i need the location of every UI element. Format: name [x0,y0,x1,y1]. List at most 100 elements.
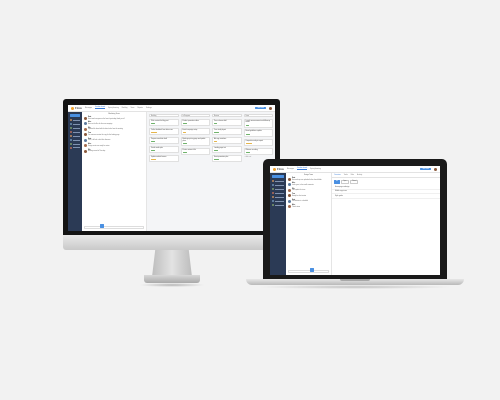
column-title: In Progress [180,114,210,117]
card-text: Launch announcement and follow-up emails [245,120,271,124]
channel-avatar [272,179,275,183]
task-card[interactable]: Event promotion plan Events [212,154,242,163]
channel-avatar [272,203,275,207]
task-card[interactable]: Case study layout Design [212,127,242,136]
card-tag: Mktg [151,141,155,143]
sidebar-item-label [275,188,284,190]
nav-settings[interactable]: Settings [146,108,152,109]
channel-avatar [70,146,73,150]
task-card[interactable]: Landing page test Web [212,145,242,154]
task-card[interactable]: Email campaign setup Mktg [180,127,210,136]
nav-kanban[interactable]: Kanban board [95,107,106,109]
task-card[interactable]: Webinar recording Video [243,147,273,156]
user-avatar[interactable] [434,167,437,171]
task-card[interactable]: Collect feedback from beta users Research [149,127,179,136]
message-text: Can someone review the copy for the land… [88,134,120,136]
message-text: I will update the icons [292,190,306,192]
new-task-button[interactable]: New task [255,107,266,109]
logo-icon [273,167,276,171]
avatar [84,138,87,142]
sidebar-item[interactable] [68,146,82,150]
imac-stand [152,250,192,277]
imac-app: Flow Messages Kanban board Sprint planni… [68,105,275,231]
chat-message: Alex Thanks team [286,204,331,209]
task-card[interactable]: Launch announcement and follow-up emails… [243,118,273,128]
laptop-sidebar [270,173,286,275]
sidebar-item-label [275,184,284,186]
tab-activity[interactable]: Activity [357,175,362,176]
compose-button[interactable] [310,268,314,272]
card-tag: Mktg [245,124,250,126]
nav-messages[interactable]: Messages [85,108,92,109]
nav-sprint[interactable]: Sprint planning [108,108,119,109]
app-logo[interactable]: Flow [71,106,82,110]
card-tag: Mktg [182,132,187,134]
filter-all-button[interactable]: All [334,180,340,184]
nav-team[interactable]: Team [130,108,134,109]
column-title: Done [243,114,273,117]
avatar [288,183,291,187]
task-card[interactable]: Write content for blog post Mktg [149,118,179,127]
sidebar-item-label [73,123,80,125]
avatar [288,199,291,203]
task-card[interactable]: Press release draft PR [212,118,242,127]
channel-avatar [272,199,275,203]
sidebar-item[interactable] [270,203,286,207]
channel-avatar [272,183,275,187]
task-card[interactable]: Product promotion video Video [180,118,210,127]
list-item[interactable]: Style guide [332,194,440,199]
card-tag: Ads [214,141,218,143]
task-card[interactable]: Partner outreach list Sales [180,147,210,156]
task-card[interactable]: Redesign pricing page and update plans De… [180,136,210,147]
card-tag: Video [245,152,250,154]
card-tag: Design [182,143,188,145]
message-text: Meeting moved to Thursday [88,151,106,153]
card-tag: Research [151,132,158,134]
user-avatar[interactable] [269,106,272,110]
message-text: Looks great, a few small comments [292,184,314,186]
avatar [288,194,291,198]
imac-sidebar [68,112,82,231]
task-card[interactable]: Competitor analysis report Research [243,138,273,147]
message-text: Here are the files for the new campaign [88,123,113,125]
chat-input[interactable] [84,226,144,229]
filter-closed-button[interactable]: Closed [349,180,359,184]
tab-tasks[interactable]: Tasks [344,175,348,176]
kanban-column: Review Press release draft PR Case study … [212,114,242,229]
task-card[interactable]: Update website banner Design [149,154,179,163]
card-tag: Social [151,150,156,152]
app-logo[interactable]: Flow [273,167,284,171]
avatar [84,144,87,148]
channel-avatar [272,195,275,199]
channel-avatar [70,142,73,146]
tab-overview[interactable]: Overview [334,175,341,176]
avatar [84,149,87,153]
avatar [288,188,291,192]
task-card[interactable]: Prepare newsletter draft Mktg [149,136,179,145]
sidebar-item-label [275,196,284,198]
sidebar-active-tab[interactable] [272,175,284,178]
task-card[interactable]: Brand guidelines update Design [243,129,273,137]
channel-avatar [70,138,73,142]
task-card[interactable]: Ad copy variations Ads [212,136,242,145]
chat-input[interactable] [288,270,329,273]
nav-backlog[interactable]: Backlog [122,108,128,109]
sidebar-active-tab[interactable] [70,114,80,117]
filter-open-button[interactable]: Open [340,180,349,184]
nav-messages[interactable]: Messages [287,169,294,170]
sidebar-item-label [275,204,284,206]
nav-kanban[interactable]: Kanban board [297,168,308,170]
card-tag: PR [214,123,217,125]
laptop-topbar: Flow Messages Kanban board Sprint planni… [270,166,440,173]
compose-button[interactable] [100,224,104,228]
channel-avatar [70,130,73,134]
new-task-button[interactable]: New task [420,168,431,170]
imac-shadow [139,283,205,287]
message-text: Updated the board with the latest tasks … [88,129,123,131]
nav-reports[interactable]: Reports [137,108,143,109]
message-text: Presentation is scheduled [292,201,308,203]
nav-sprint[interactable]: Sprint planning [310,169,321,170]
card-tag: Mktg [151,123,155,125]
task-card[interactable]: Social media plan Social [149,145,179,154]
tab-files[interactable]: Files [351,175,354,176]
